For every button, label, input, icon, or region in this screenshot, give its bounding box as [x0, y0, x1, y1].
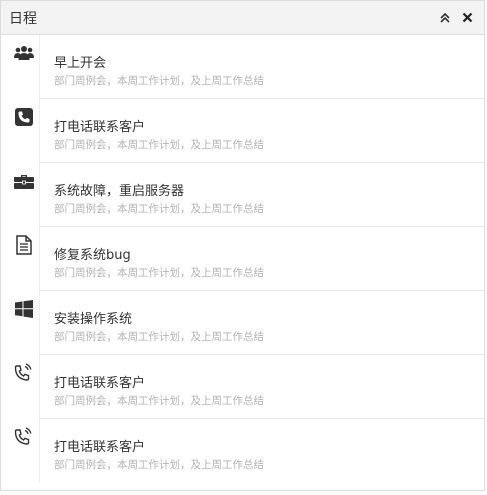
schedule-panel: 日程 早上开会 部门周例会，本周工作计划，及上周工作总结 打电话联系客户 部门周…	[0, 0, 485, 491]
phone-ringing-icon	[13, 362, 35, 384]
list-item[interactable]: 打电话联系客户 部门周例会，本周工作计划，及上周工作总结	[1, 419, 484, 483]
item-description: 部门周例会，本周工作计划，及上周工作总结	[54, 459, 264, 471]
users-icon	[13, 42, 35, 64]
collapse-button[interactable]	[438, 11, 452, 25]
item-description: 部门周例会，本周工作计划，及上周工作总结	[54, 331, 264, 343]
item-title: 早上开会	[54, 56, 107, 71]
phone-icon	[13, 106, 35, 128]
phone-ringing-icon	[13, 426, 35, 448]
panel-tools	[438, 11, 474, 25]
windows-icon	[13, 298, 35, 320]
schedule-list: 早上开会 部门周例会，本周工作计划，及上周工作总结 打电话联系客户 部门周例会，…	[1, 35, 484, 483]
document-icon	[13, 234, 35, 256]
item-description: 部门周例会，本周工作计划，及上周工作总结	[54, 267, 264, 279]
list-item[interactable]: 系统故障，重启服务器 部门周例会，本周工作计划，及上周工作总结	[1, 163, 484, 227]
item-title: 打电话联系客户	[54, 120, 146, 135]
close-icon	[462, 12, 472, 23]
list-item[interactable]: 修复系统bug 部门周例会，本周工作计划，及上周工作总结	[1, 227, 484, 291]
item-description: 部门周例会，本周工作计划，及上周工作总结	[54, 395, 264, 407]
list-item[interactable]: 早上开会 部门周例会，本周工作计划，及上周工作总结	[1, 35, 484, 99]
item-title: 打电话联系客户	[54, 440, 146, 455]
item-title: 打电话联系客户	[54, 376, 146, 391]
double-chevron-up-icon	[440, 12, 450, 23]
item-description: 部门周例会，本周工作计划，及上周工作总结	[54, 75, 264, 87]
item-title: 系统故障，重启服务器	[54, 184, 185, 199]
item-description: 部门周例会，本周工作计划，及上周工作总结	[54, 139, 264, 151]
panel-title: 日程	[9, 10, 37, 27]
item-description: 部门周例会，本周工作计划，及上周工作总结	[54, 203, 264, 215]
close-button[interactable]	[460, 11, 474, 25]
list-item[interactable]: 安装操作系统 部门周例会，本周工作计划，及上周工作总结	[1, 291, 484, 355]
item-title: 修复系统bug	[54, 248, 131, 263]
briefcase-icon	[13, 170, 35, 192]
item-title: 安装操作系统	[54, 312, 133, 327]
panel-header: 日程	[1, 1, 484, 35]
list-item[interactable]: 打电话联系客户 部门周例会，本周工作计划，及上周工作总结	[1, 355, 484, 419]
list-item[interactable]: 打电话联系客户 部门周例会，本周工作计划，及上周工作总结	[1, 99, 484, 163]
